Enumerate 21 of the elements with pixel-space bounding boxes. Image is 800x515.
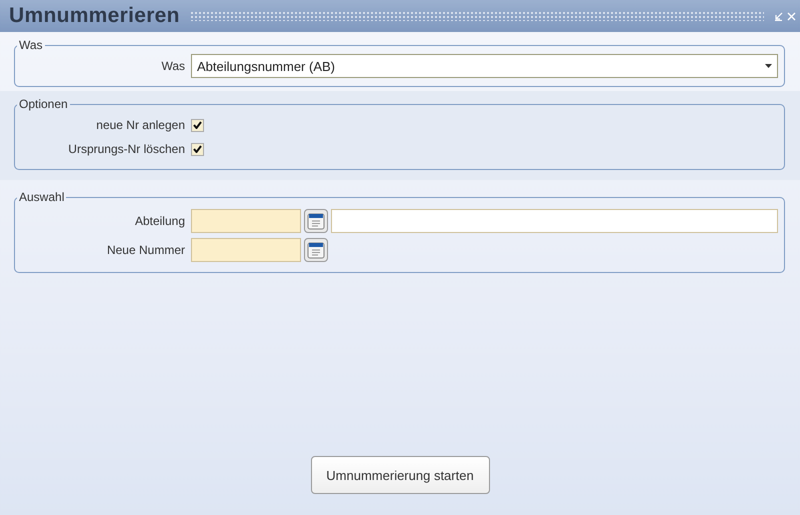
lookup-button[interactable] xyxy=(304,238,328,262)
caret-icon xyxy=(765,64,772,68)
field-label: Was xyxy=(160,59,185,73)
close-icon[interactable] xyxy=(787,12,796,20)
start-button[interactable]: Umnummerierung starten xyxy=(310,456,490,494)
description-field[interactable] xyxy=(331,208,778,232)
dropdown[interactable]: Abteilungsnummer (AB) xyxy=(191,54,778,78)
input-field[interactable] xyxy=(191,238,301,262)
group-title: Optionen xyxy=(18,97,69,111)
window-title: Umnummerieren xyxy=(9,4,180,28)
checkbox-label: neue Nr anlegen xyxy=(95,118,185,132)
group-title: Auswahl xyxy=(18,190,66,204)
field-label: Abteilung xyxy=(134,214,185,228)
group-title: Was xyxy=(18,38,44,52)
checkbox[interactable] xyxy=(191,118,204,132)
checkbox-label: Ursprungs-Nr löschen xyxy=(67,142,185,156)
field-label: Neue Nummer xyxy=(106,242,185,256)
minimize-icon[interactable] xyxy=(774,12,783,20)
input-field[interactable] xyxy=(191,208,301,232)
checkbox[interactable] xyxy=(191,142,204,156)
lookup-button[interactable] xyxy=(304,208,328,232)
